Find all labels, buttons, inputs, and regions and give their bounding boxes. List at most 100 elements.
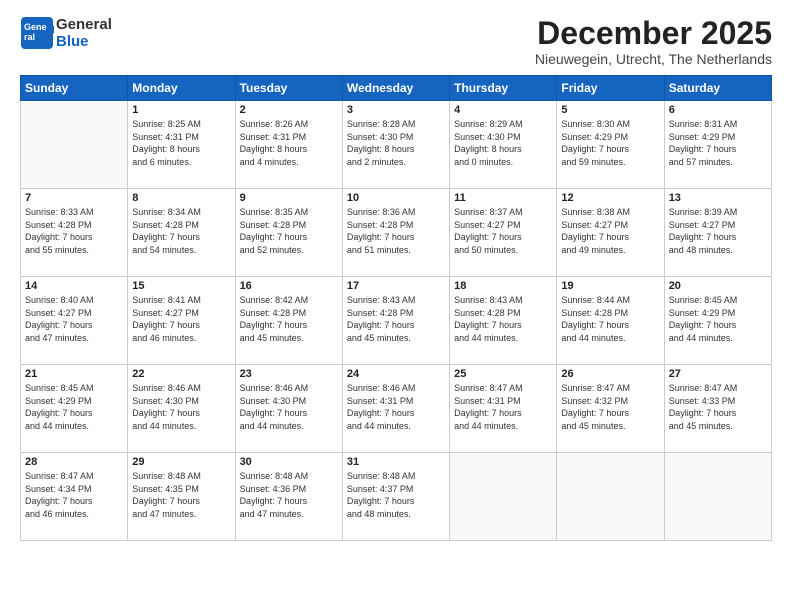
calendar-cell: 18 Sunrise: 8:43 AM Sunset: 4:28 PM Dayli… <box>450 277 557 365</box>
day-info: Sunrise: 8:33 AM Sunset: 4:28 PM Dayligh… <box>25 206 123 256</box>
day-info: Sunrise: 8:31 AM Sunset: 4:29 PM Dayligh… <box>669 118 767 168</box>
day-info: Sunrise: 8:41 AM Sunset: 4:27 PM Dayligh… <box>132 294 230 344</box>
day-number: 31 <box>347 456 445 468</box>
page: Gene ral General Blue December 2025 Nieu… <box>0 0 792 612</box>
col-wednesday: Wednesday <box>342 76 449 101</box>
day-info: Sunrise: 8:36 AM Sunset: 4:28 PM Dayligh… <box>347 206 445 256</box>
day-info: Sunrise: 8:47 AM Sunset: 4:31 PM Dayligh… <box>454 382 552 432</box>
day-info: Sunrise: 8:28 AM Sunset: 4:30 PM Dayligh… <box>347 118 445 168</box>
day-info: Sunrise: 8:47 AM Sunset: 4:34 PM Dayligh… <box>25 470 123 520</box>
calendar-table: Sunday Monday Tuesday Wednesday Thursday… <box>20 75 772 541</box>
day-number: 28 <box>25 456 123 468</box>
day-info: Sunrise: 8:29 AM Sunset: 4:30 PM Dayligh… <box>454 118 552 168</box>
col-sunday: Sunday <box>21 76 128 101</box>
header: Gene ral General Blue December 2025 Nieu… <box>20 16 772 67</box>
day-number: 20 <box>669 280 767 292</box>
day-number: 7 <box>25 192 123 204</box>
day-info: Sunrise: 8:34 AM Sunset: 4:28 PM Dayligh… <box>132 206 230 256</box>
calendar-cell <box>450 453 557 541</box>
calendar-cell: 5 Sunrise: 8:30 AM Sunset: 4:29 PM Daylig… <box>557 101 664 189</box>
col-tuesday: Tuesday <box>235 76 342 101</box>
calendar-cell: 8 Sunrise: 8:34 AM Sunset: 4:28 PM Daylig… <box>128 189 235 277</box>
calendar-cell: 2Sunrise: 8:26 AM Sunset: 4:31 PM Daylig… <box>235 101 342 189</box>
day-info: Sunrise: 8:45 AM Sunset: 4:29 PM Dayligh… <box>669 294 767 344</box>
calendar-cell: 17 Sunrise: 8:43 AM Sunset: 4:28 PM Dayli… <box>342 277 449 365</box>
day-number: 21 <box>25 368 123 380</box>
day-info: Sunrise: 8:47 AM Sunset: 4:33 PM Dayligh… <box>669 382 767 432</box>
day-number: 11 <box>454 192 552 204</box>
day-info: Sunrise: 8:30 AM Sunset: 4:29 PM Dayligh… <box>561 118 659 168</box>
day-number: 2 <box>240 104 338 116</box>
day-info: Sunrise: 8:40 AM Sunset: 4:27 PM Dayligh… <box>25 294 123 344</box>
calendar-cell: 19 Sunrise: 8:44 AM Sunset: 4:28 PM Dayli… <box>557 277 664 365</box>
calendar-cell: 15 Sunrise: 8:41 AM Sunset: 4:27 PM Dayli… <box>128 277 235 365</box>
day-number: 27 <box>669 368 767 380</box>
day-info: Sunrise: 8:48 AM Sunset: 4:35 PM Dayligh… <box>132 470 230 520</box>
calendar-cell: 9 Sunrise: 8:35 AM Sunset: 4:28 PM Daylig… <box>235 189 342 277</box>
day-number: 15 <box>132 280 230 292</box>
day-number: 24 <box>347 368 445 380</box>
day-number: 6 <box>669 104 767 116</box>
logo: Gene ral General Blue <box>20 16 112 51</box>
calendar-cell: 23Sunrise: 8:46 AM Sunset: 4:30 PM Dayli… <box>235 365 342 453</box>
day-info: Sunrise: 8:39 AM Sunset: 4:27 PM Dayligh… <box>669 206 767 256</box>
calendar-cell: 4 Sunrise: 8:29 AM Sunset: 4:30 PM Daylig… <box>450 101 557 189</box>
day-info: Sunrise: 8:44 AM Sunset: 4:28 PM Dayligh… <box>561 294 659 344</box>
day-number: 10 <box>347 192 445 204</box>
day-number: 22 <box>132 368 230 380</box>
calendar-cell: 3 Sunrise: 8:28 AM Sunset: 4:30 PM Daylig… <box>342 101 449 189</box>
day-info: Sunrise: 8:43 AM Sunset: 4:28 PM Dayligh… <box>454 294 552 344</box>
day-info: Sunrise: 8:48 AM Sunset: 4:36 PM Dayligh… <box>240 470 338 520</box>
calendar-cell: 28 Sunrise: 8:47 AM Sunset: 4:34 PM Dayli… <box>21 453 128 541</box>
col-monday: Monday <box>128 76 235 101</box>
calendar-cell: 25Sunrise: 8:47 AM Sunset: 4:31 PM Dayli… <box>450 365 557 453</box>
calendar-cell: 22Sunrise: 8:46 AM Sunset: 4:30 PM Dayli… <box>128 365 235 453</box>
calendar-week-row: 28 Sunrise: 8:47 AM Sunset: 4:34 PM Dayli… <box>21 453 772 541</box>
calendar-cell: 29 Sunrise: 8:48 AM Sunset: 4:35 PM Dayli… <box>128 453 235 541</box>
day-number: 18 <box>454 280 552 292</box>
calendar-week-row: 21 Sunrise: 8:45 AM Sunset: 4:29 PM Dayli… <box>21 365 772 453</box>
title-block: December 2025 Nieuwegein, Utrecht, The N… <box>535 16 772 67</box>
day-number: 19 <box>561 280 659 292</box>
day-info: Sunrise: 8:46 AM Sunset: 4:30 PM Dayligh… <box>240 382 338 432</box>
day-number: 5 <box>561 104 659 116</box>
day-info: Sunrise: 8:43 AM Sunset: 4:28 PM Dayligh… <box>347 294 445 344</box>
day-info: Sunrise: 8:48 AM Sunset: 4:37 PM Dayligh… <box>347 470 445 520</box>
calendar-cell: 20 Sunrise: 8:45 AM Sunset: 4:29 PM Dayli… <box>664 277 771 365</box>
day-number: 13 <box>669 192 767 204</box>
month-title: December 2025 <box>535 16 772 51</box>
calendar-cell: 6 Sunrise: 8:31 AM Sunset: 4:29 PM Daylig… <box>664 101 771 189</box>
calendar-cell: 24Sunrise: 8:46 AM Sunset: 4:31 PM Dayli… <box>342 365 449 453</box>
day-info: Sunrise: 8:37 AM Sunset: 4:27 PM Dayligh… <box>454 206 552 256</box>
calendar-header-row: Sunday Monday Tuesday Wednesday Thursday… <box>21 76 772 101</box>
calendar-cell: 27 Sunrise: 8:47 AM Sunset: 4:33 PM Dayli… <box>664 365 771 453</box>
day-info: Sunrise: 8:45 AM Sunset: 4:29 PM Dayligh… <box>25 382 123 432</box>
calendar-cell: 1Sunrise: 8:25 AM Sunset: 4:31 PM Daylig… <box>128 101 235 189</box>
day-number: 8 <box>132 192 230 204</box>
day-number: 4 <box>454 104 552 116</box>
location: Nieuwegein, Utrecht, The Netherlands <box>535 51 772 67</box>
calendar-cell: 26Sunrise: 8:47 AM Sunset: 4:32 PM Dayli… <box>557 365 664 453</box>
calendar-cell <box>557 453 664 541</box>
col-saturday: Saturday <box>664 76 771 101</box>
logo-blue-text: Blue <box>56 33 112 50</box>
calendar-cell: 21 Sunrise: 8:45 AM Sunset: 4:29 PM Dayli… <box>21 365 128 453</box>
col-friday: Friday <box>557 76 664 101</box>
calendar-cell: 30 Sunrise: 8:48 AM Sunset: 4:36 PM Dayli… <box>235 453 342 541</box>
calendar-cell <box>21 101 128 189</box>
day-info: Sunrise: 8:42 AM Sunset: 4:28 PM Dayligh… <box>240 294 338 344</box>
day-number: 1 <box>132 104 230 116</box>
day-number: 9 <box>240 192 338 204</box>
col-thursday: Thursday <box>450 76 557 101</box>
calendar-week-row: 7 Sunrise: 8:33 AM Sunset: 4:28 PM Daylig… <box>21 189 772 277</box>
day-info: Sunrise: 8:35 AM Sunset: 4:28 PM Dayligh… <box>240 206 338 256</box>
day-number: 14 <box>25 280 123 292</box>
day-number: 17 <box>347 280 445 292</box>
logo-general-text: General <box>56 16 112 33</box>
day-number: 3 <box>347 104 445 116</box>
calendar-cell <box>664 453 771 541</box>
calendar-cell: 31 Sunrise: 8:48 AM Sunset: 4:37 PM Dayli… <box>342 453 449 541</box>
day-number: 29 <box>132 456 230 468</box>
day-number: 30 <box>240 456 338 468</box>
calendar-cell: 14 Sunrise: 8:40 AM Sunset: 4:27 PM Dayli… <box>21 277 128 365</box>
